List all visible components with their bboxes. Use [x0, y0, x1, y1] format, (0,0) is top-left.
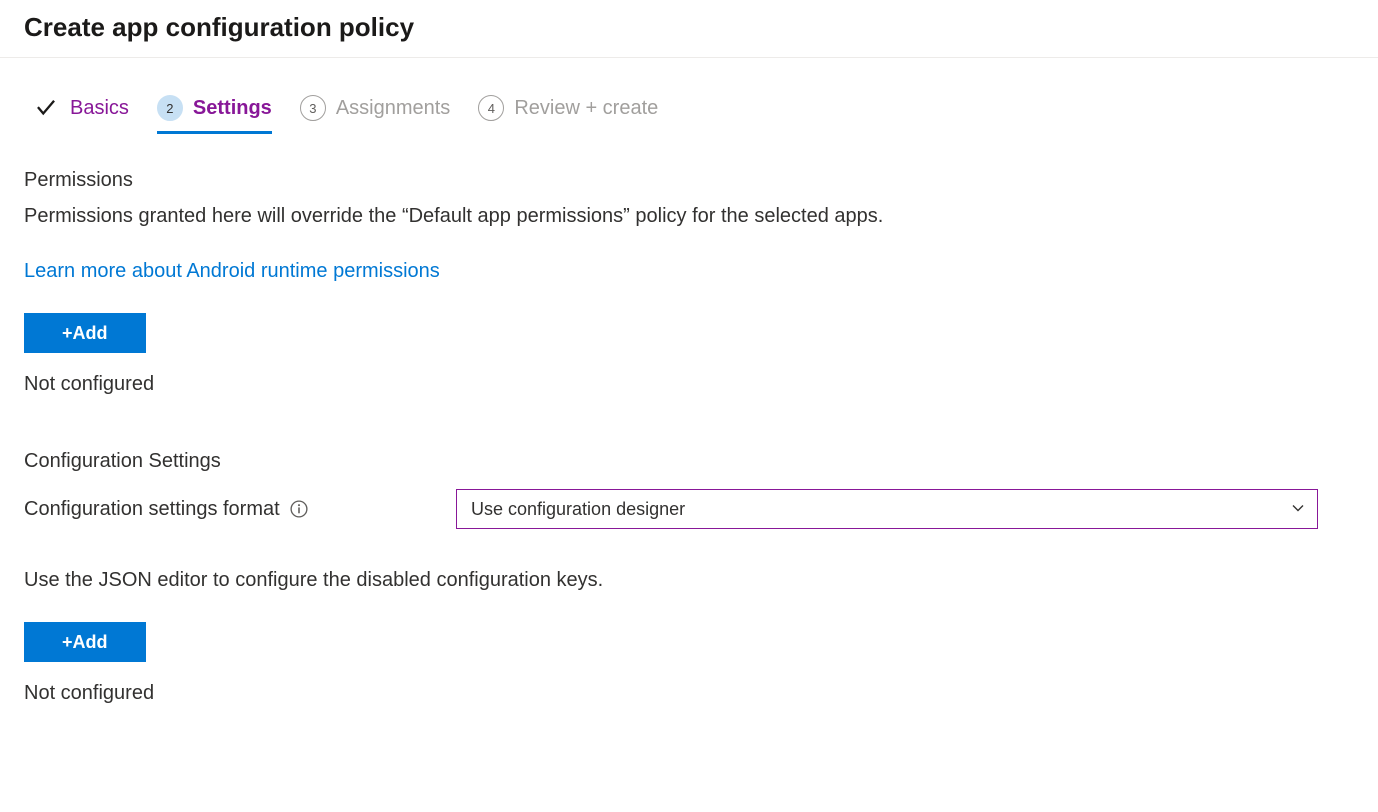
tab-review-label: Review + create	[514, 97, 658, 120]
tab-settings-badge: 2	[157, 95, 183, 121]
permissions-learn-more-link[interactable]: Learn more about Android runtime permiss…	[24, 260, 440, 283]
configuration-format-field: Configuration settings format Use config…	[24, 489, 1354, 529]
configuration-status: Not configured	[24, 682, 1354, 705]
configuration-settings-section: Configuration Settings Configuration set…	[24, 450, 1354, 705]
configuration-settings-heading: Configuration Settings	[24, 450, 1354, 473]
info-icon[interactable]	[290, 500, 308, 518]
permissions-description: Permissions granted here will override t…	[24, 202, 1354, 230]
tab-assignments-label: Assignments	[336, 97, 451, 120]
tab-review-badge: 4	[478, 95, 504, 121]
tab-basics-label: Basics	[70, 97, 129, 120]
tab-settings[interactable]: 2 Settings	[157, 95, 272, 134]
tab-assignments-badge: 3	[300, 95, 326, 121]
permissions-section: Permissions Permissions granted here wil…	[24, 169, 1354, 396]
permissions-heading: Permissions	[24, 169, 1354, 192]
configuration-format-select[interactable]: Use configuration designer	[456, 489, 1318, 529]
page-title: Create app configuration policy	[24, 12, 1354, 43]
tab-settings-label: Settings	[193, 97, 272, 120]
permissions-add-button[interactable]: +Add	[24, 313, 146, 353]
configuration-add-button[interactable]: +Add	[24, 622, 146, 662]
checkmark-icon	[32, 94, 60, 122]
tab-assignments[interactable]: 3 Assignments	[300, 95, 451, 134]
configuration-help-text: Use the JSON editor to configure the dis…	[24, 569, 1354, 592]
configuration-format-value: Use configuration designer	[471, 499, 685, 520]
configuration-format-label: Configuration settings format	[24, 498, 280, 521]
tab-basics[interactable]: Basics	[32, 94, 129, 135]
wizard-tabs: Basics 2 Settings 3 Assignments 4 Review…	[24, 58, 1354, 135]
permissions-status: Not configured	[24, 373, 1354, 396]
tab-review[interactable]: 4 Review + create	[478, 95, 658, 134]
